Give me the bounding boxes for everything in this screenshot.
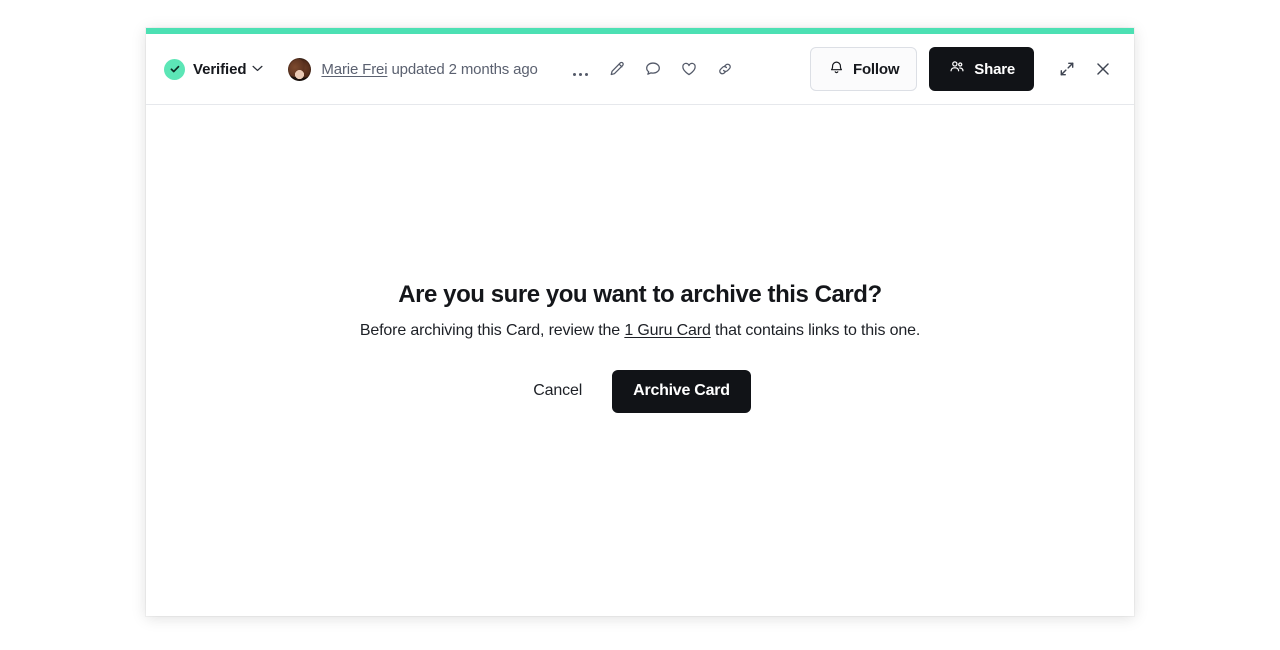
check-icon	[164, 58, 185, 80]
card-window: Verified Marie Frei updated 2 months ago	[146, 28, 1134, 616]
close-icon[interactable]	[1092, 58, 1114, 80]
dialog-actions: Cancel Archive Card	[529, 369, 751, 413]
follow-button[interactable]: Follow	[810, 47, 918, 91]
share-button[interactable]: Share	[929, 47, 1034, 91]
dialog-subtitle: Before archiving this Card, review the 1…	[360, 322, 920, 340]
share-label: Share	[974, 60, 1015, 78]
more-options-icon[interactable]	[570, 58, 592, 80]
people-icon	[948, 58, 966, 80]
avatar	[288, 57, 312, 81]
linked-guru-card-link[interactable]: 1 Guru Card	[624, 322, 711, 339]
dialog-title: Are you sure you want to archive this Ca…	[398, 280, 882, 308]
bell-icon	[828, 59, 845, 80]
copy-link-icon[interactable]	[714, 58, 736, 80]
cancel-button[interactable]: Cancel	[529, 376, 586, 406]
window-controls	[1056, 58, 1114, 80]
author-link[interactable]: Marie Frei	[321, 61, 387, 78]
archive-card-button[interactable]: Archive Card	[612, 369, 751, 413]
follow-label: Follow	[853, 60, 900, 78]
expand-icon[interactable]	[1056, 58, 1078, 80]
archive-confirmation-dialog: Are you sure you want to archive this Ca…	[146, 105, 1134, 616]
favorite-icon[interactable]	[678, 58, 700, 80]
edit-icon[interactable]	[606, 58, 628, 80]
verified-label: Verified	[193, 60, 247, 78]
chevron-down-icon	[252, 64, 263, 75]
dialog-subtitle-after: that contains links to this one.	[710, 321, 921, 339]
card-update-meta: Marie Frei updated 2 months ago	[321, 61, 537, 78]
dialog-subtitle-before: Before archiving this Card, review the	[359, 321, 625, 339]
verified-status-dropdown[interactable]: Verified	[164, 58, 263, 80]
updated-timestamp: updated 2 months ago	[387, 60, 538, 78]
card-header: Verified Marie Frei updated 2 months ago	[146, 34, 1134, 105]
screen: Verified Marie Frei updated 2 months ago	[0, 0, 1280, 650]
comment-icon[interactable]	[642, 58, 664, 80]
header-icon-row	[570, 58, 736, 80]
